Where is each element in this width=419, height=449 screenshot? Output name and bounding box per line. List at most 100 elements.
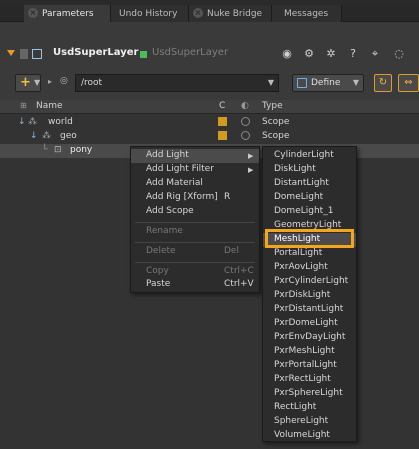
tab-parameters[interactable]: × Parameters [24,5,111,22]
submenu-item-domelight-1[interactable]: DomeLight_1 [263,205,356,219]
menu-label: Copy [146,266,169,276]
submenu-label: PxrDiskLight [274,290,331,300]
column-name-header[interactable]: Name [36,101,63,111]
visibility-icon[interactable] [241,131,250,140]
pin-icon[interactable]: ⌖ [368,47,382,61]
column-c-header[interactable]: C [219,101,225,111]
menu-label: Add Light [146,150,189,160]
submenu-label: DomeLight_1 [274,206,334,216]
link-icon[interactable]: ◎ [60,76,68,86]
tree-row-world[interactable]: ↓ ⁂ world Scope [0,116,419,130]
close-icon[interactable]: × [28,8,38,18]
tree-row-geo[interactable]: ↓ ⁂ geo Scope [0,130,419,144]
settings-sun-icon[interactable]: ✲ [324,47,338,61]
menu-label: Add Rig [Xform] [146,192,218,202]
tree-header: ⊞ Name C ◐ Type [0,100,419,114]
help-icon[interactable]: ? [346,47,360,61]
submenu-label: PxrMeshLight [274,346,335,356]
submenu-item-pxrrectlight[interactable]: PxrRectLight [263,373,356,387]
submenu-item-domelight[interactable]: DomeLight [263,191,356,205]
submenu-arrow-icon: ▶ [248,152,254,160]
row-type: Scope [262,131,290,141]
menu-label: Add Scope [146,206,194,216]
menu-item-add-light[interactable]: Add Light ▶ [131,149,259,163]
submenu-item-pxrspherelight[interactable]: PxrSphereLight [263,387,356,401]
chevron-down-icon: ▼ [352,78,359,87]
submenu-label: SphereLight [274,416,329,426]
menu-label: Paste [146,279,171,289]
chevron-down-icon: ▼ [34,78,41,87]
tab-label: Messages [284,8,329,19]
submenu-item-pxrenvdaylight[interactable]: PxrEnvDayLight [263,331,356,345]
column-visibility-icon[interactable]: ◐ [241,101,249,111]
node-type-icon [32,49,42,59]
submenu-item-pxrcylinderlight[interactable]: PxrCylinderLight [263,275,356,289]
submenu-label: PortalLight [274,248,323,258]
path-input[interactable]: /root ▼ [75,74,279,92]
submenu-item-pxrdistantlight[interactable]: PxrDistantLight [263,303,356,317]
mesh-icon: ⊡ [54,145,62,155]
row-name: world [48,117,73,127]
menu-label: Add Light Filter [146,164,214,174]
menu-item-copy[interactable]: Copy Ctrl+C [131,265,259,279]
define-label: Define [311,78,341,88]
menu-separator [135,262,255,263]
row-name: pony [70,145,93,155]
swap-button[interactable]: ⇔ [398,74,419,92]
menu-shortcut: R [224,192,231,202]
help-circle-icon[interactable]: ◌ [392,47,406,61]
menu-item-add-scope[interactable]: Add Scope [131,205,259,219]
submenu-item-cylinderlight[interactable]: CylinderLight [263,149,356,163]
chevron-down-icon[interactable]: ▼ [268,75,274,91]
branch-icon[interactable]: ↓ [18,117,26,127]
submenu-item-pxrmeshlight[interactable]: PxrMeshLight [263,345,356,359]
submenu-item-volumelight[interactable]: VolumeLight [263,429,356,443]
submenu-item-portallight[interactable]: PortalLight [263,247,356,261]
collapse-triangle-icon[interactable] [7,50,15,56]
submenu-item-pxrdisklight[interactable]: PxrDiskLight [263,289,356,303]
branch-icon[interactable]: ↓ [30,131,38,141]
menu-label: Delete [146,246,176,256]
define-dropdown[interactable]: Define ▼ [292,74,364,92]
add-light-submenu: CylinderLight DiskLight DistantLight Dom… [262,146,357,442]
expand-arrow-icon[interactable]: ▸ [48,77,52,86]
menu-item-add-light-filter[interactable]: Add Light Filter ▶ [131,163,259,177]
submenu-item-spherelight[interactable]: SphereLight [263,415,356,429]
context-menu: Add Light ▶ Add Light Filter ▶ Add Mater… [130,146,260,293]
submenu-item-distantlight[interactable]: DistantLight [263,177,356,191]
node-color-swatch[interactable] [140,51,147,58]
submenu-label: PxrSphereLight [274,388,343,398]
submenu-label: CylinderLight [274,150,334,160]
menu-item-delete[interactable]: Delete Del [131,245,259,259]
grip-icon [20,49,28,59]
submenu-label: PxrAovLight [274,262,328,272]
gear-icon[interactable]: ⚙ [302,47,316,61]
visibility-icon[interactable] [241,117,250,126]
add-button[interactable]: + ▼ [15,74,41,92]
menu-separator [135,222,255,223]
column-type-header[interactable]: Type [262,101,283,111]
submenu-label: PxrRectLight [274,374,331,384]
record-icon[interactable]: ◉ [280,47,294,61]
submenu-arrow-icon: ▶ [248,166,254,174]
menu-shortcut: Ctrl+C [224,266,254,276]
refresh-button[interactable]: ↻ [374,74,392,92]
tab-undo-history[interactable]: Undo History [111,5,189,22]
menu-item-add-rig[interactable]: Add Rig [Xform] R [131,191,259,205]
tab-messages[interactable]: Messages [272,5,342,22]
c-badge[interactable] [218,131,227,140]
menu-item-paste[interactable]: Paste Ctrl+V [131,278,259,292]
close-icon[interactable]: × [193,8,203,18]
menu-item-add-material[interactable]: Add Material [131,177,259,191]
submenu-item-disklight[interactable]: DiskLight [263,163,356,177]
submenu-item-pxrdomelight[interactable]: PxrDomeLight [263,317,356,331]
menu-shortcut: Ctrl+V [224,279,254,289]
submenu-item-pxrportallight[interactable]: PxrPortalLight [263,359,356,373]
highlight-annotation [265,229,354,248]
menu-item-rename[interactable]: Rename [131,225,259,239]
c-badge[interactable] [218,117,227,126]
submenu-item-rectlight[interactable]: RectLight [263,401,356,415]
submenu-item-pxraovlight[interactable]: PxrAovLight [263,261,356,275]
tab-nuke-bridge[interactable]: × Nuke Bridge [189,5,272,22]
node-name[interactable]: UsdSuperLayer [53,47,138,58]
